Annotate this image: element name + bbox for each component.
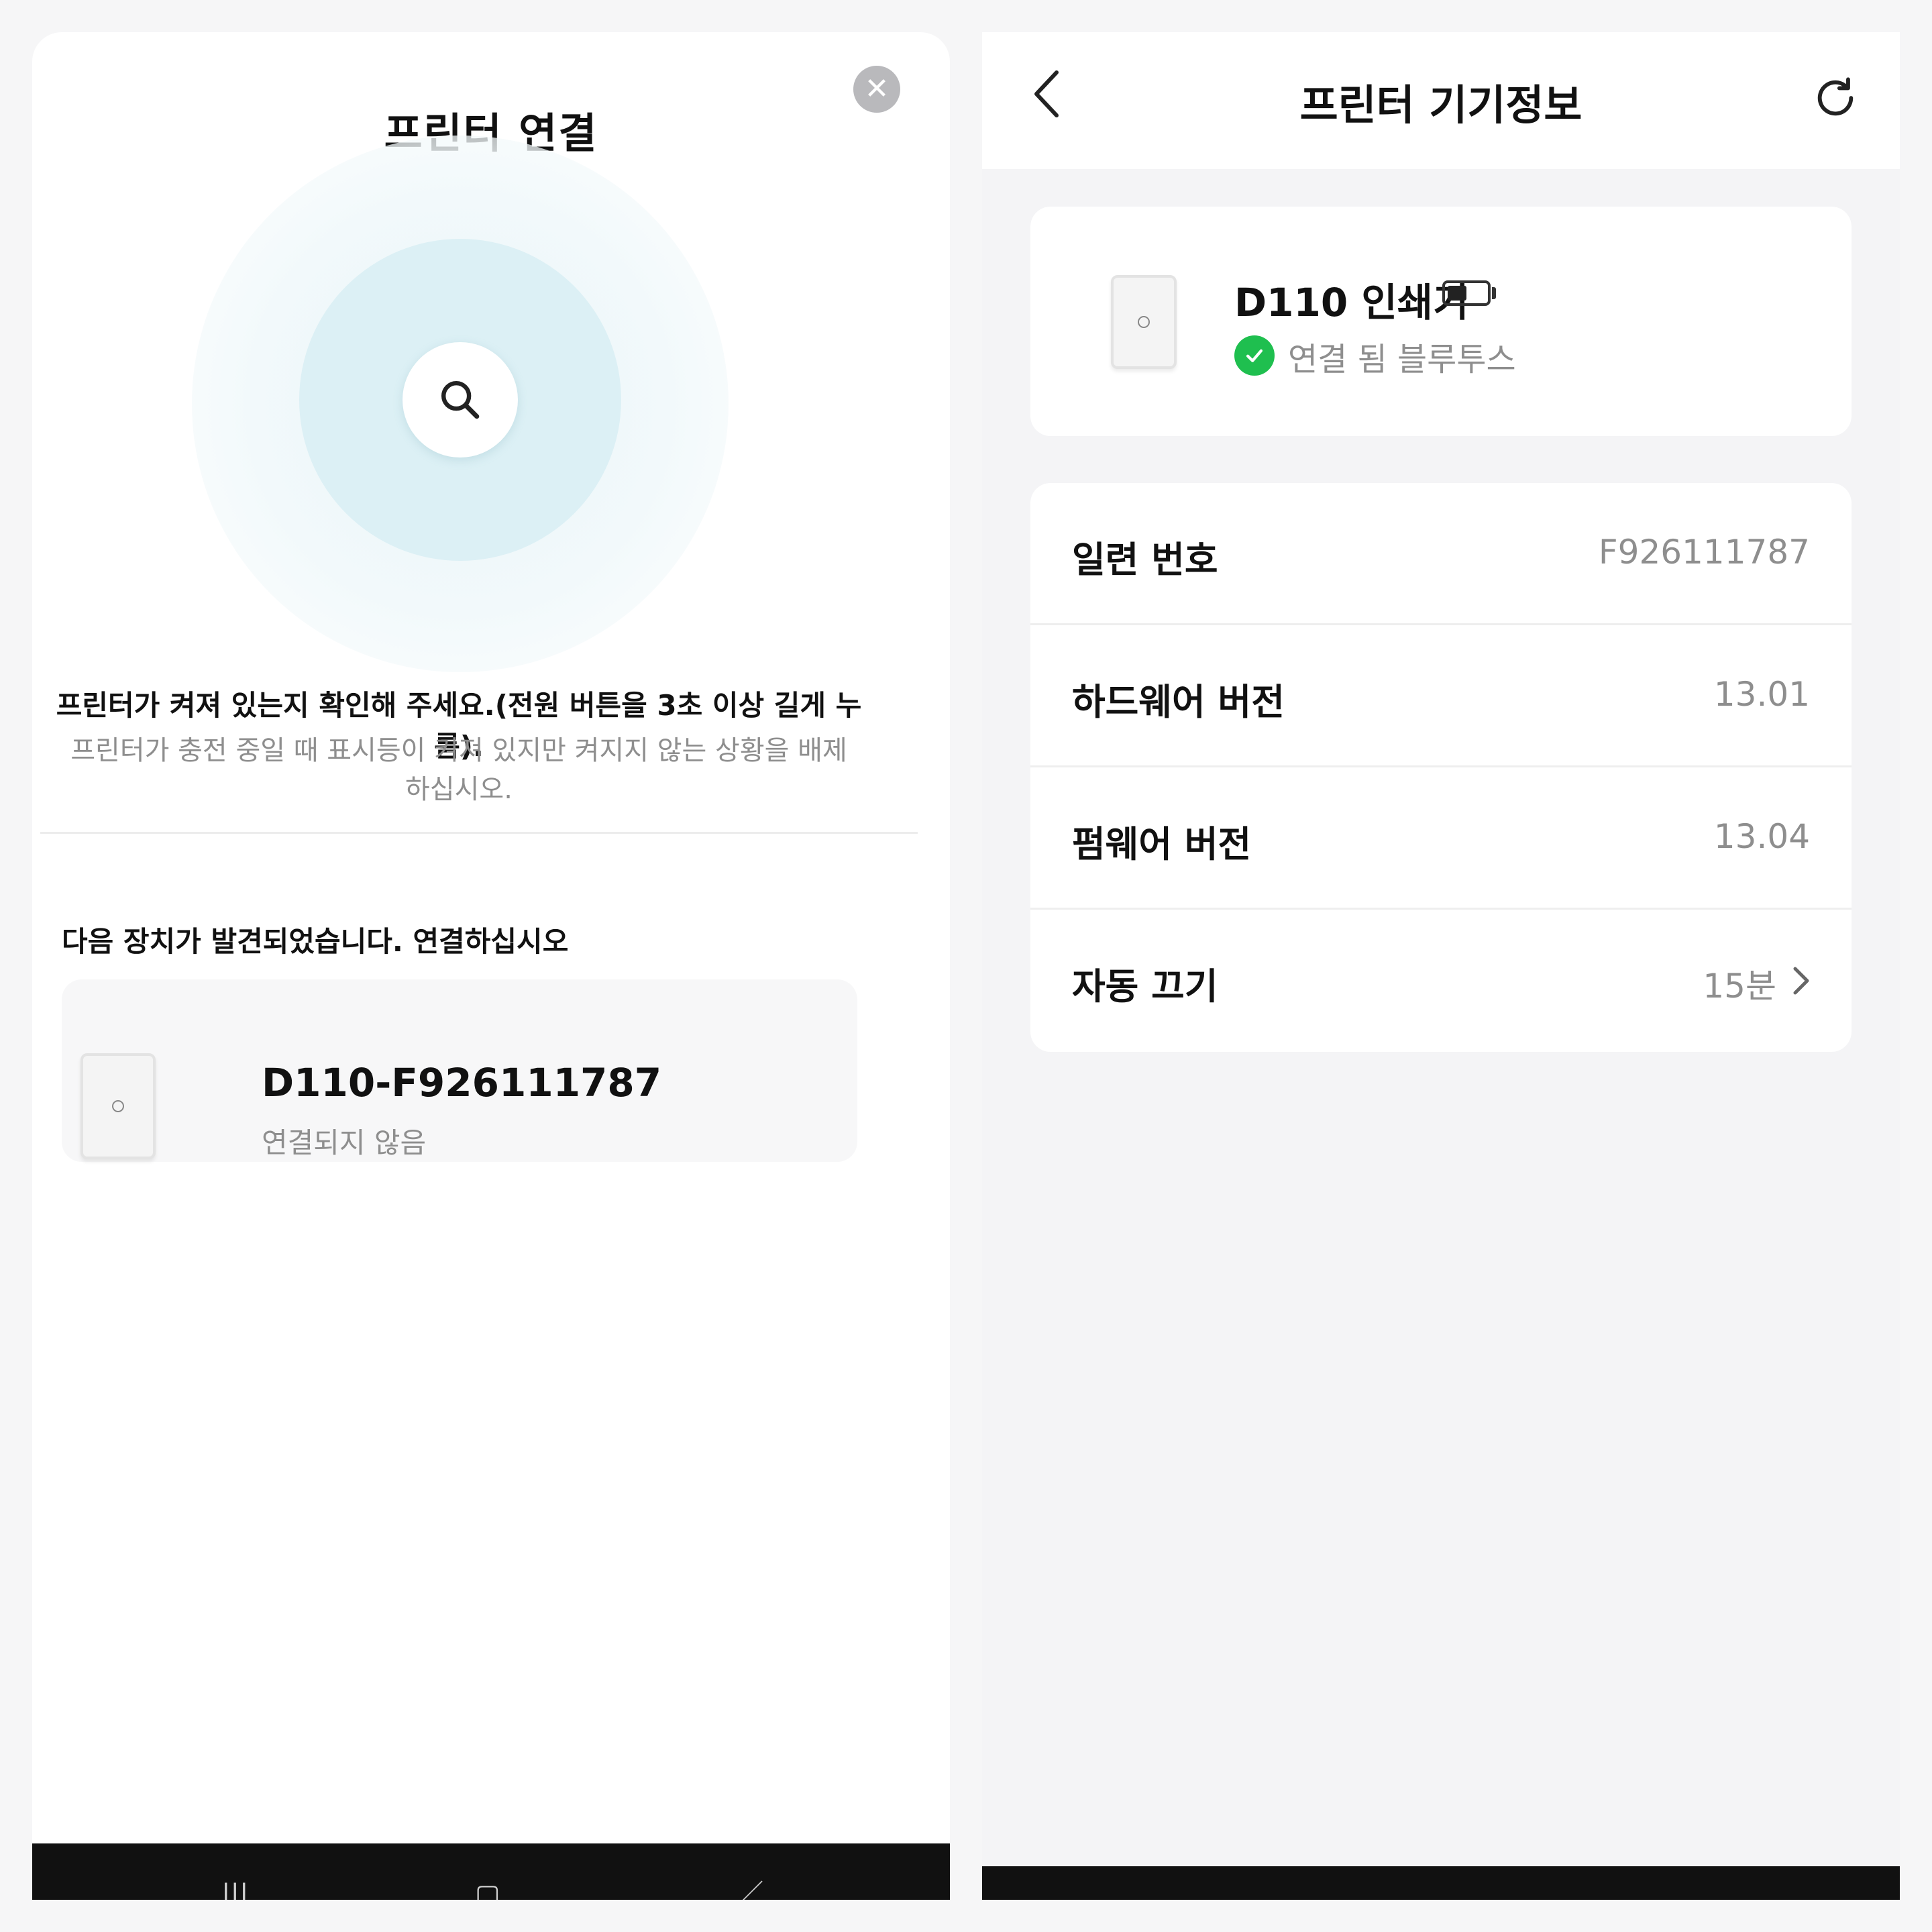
row-label: 자동 끄기 [1072,965,1218,1008]
battery-cap [1492,287,1496,299]
printer-name: D110 인쇄기 [1234,280,1469,325]
row-value: 13.04 [1713,817,1810,856]
check-circle-icon [1234,335,1275,376]
chevron-right-icon [1793,967,1809,995]
refresh-button[interactable] [1810,72,1861,123]
recent-apps-icon[interactable]: ||| [221,1881,248,1900]
serial-number-row: 일련 번호 F926111787 [1030,483,1851,625]
found-devices-label: 다음 장치가 발견되었습니다. 연결하십시오 [62,925,569,958]
row-label: 하드웨어 버전 [1072,681,1285,723]
system-nav-bar: ||| ▢ ／ [32,1843,950,1900]
printer-thumbnail [80,1053,156,1159]
battery-level [1448,286,1466,301]
row-label: 펌웨어 버전 [1072,823,1252,865]
auto-off-row[interactable]: 자동 끄기 15분 [1030,910,1851,1052]
device-details-card: 일련 번호 F926111787 하드웨어 버전 13.01 펌웨어 버전 13… [1030,483,1851,1052]
home-icon[interactable]: ▢ [475,1881,500,1900]
found-device-status: 연결되지 않음 [262,1126,427,1159]
found-device-name: D110-F926111787 [262,1060,662,1106]
system-nav-bar [982,1866,1900,1900]
battery-icon [1442,280,1491,306]
printer-thumbnail [1111,275,1177,369]
firmware-version-row: 펌웨어 버전 13.04 [1030,767,1851,910]
row-value: 13.01 [1713,675,1810,714]
close-button[interactable]: ✕ [853,66,900,113]
row-value: 15분 [1703,967,1776,1006]
page-title: 프린터 기기정보 [1299,80,1582,129]
hardware-version-row: 하드웨어 버전 13.01 [1030,625,1851,767]
divider [40,832,918,834]
close-icon: ✕ [864,72,890,106]
search-button[interactable] [402,342,518,458]
connection-status: 연결 됨 블루투스 [1288,341,1516,378]
row-label: 일련 번호 [1072,539,1218,581]
search-icon [441,381,480,419]
back-nav-icon[interactable]: ／ [737,1881,763,1900]
refresh-icon [1817,77,1854,116]
row-value: F926111787 [1598,533,1810,572]
charging-hint: 프린터가 충전 중일 때 표시등이 켜져 있지만 켜지지 않는 상황을 배제 하… [70,735,847,805]
